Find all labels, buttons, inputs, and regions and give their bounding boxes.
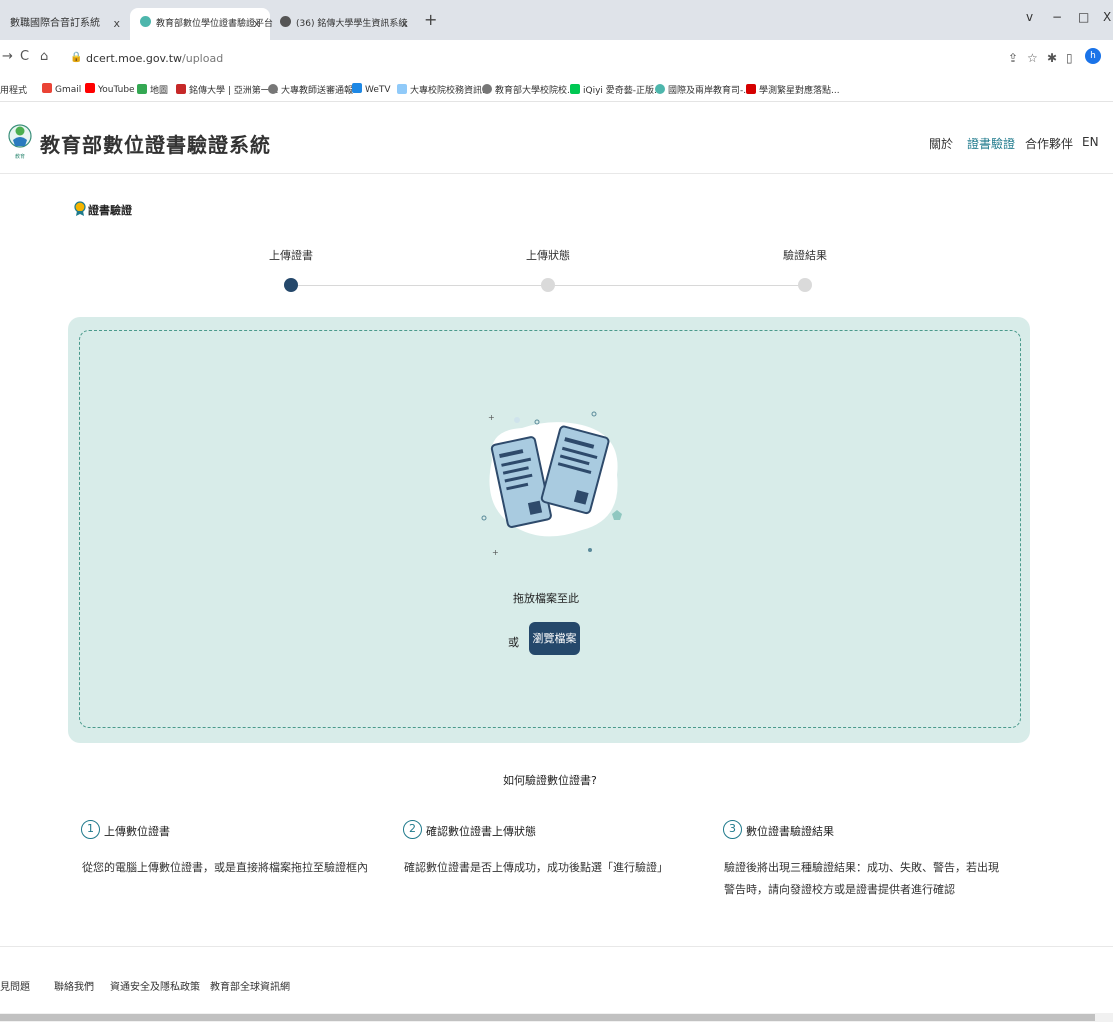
minimize-button[interactable]: − [1052,10,1062,24]
step-dot-status [541,278,555,292]
moe-favicon-icon [140,16,151,27]
iqiyi-icon [570,84,580,94]
youtube-icon [85,83,95,93]
url-host: dcert.moe.gov.tw [86,52,183,65]
step-dot-upload [284,278,298,292]
bookmark-item[interactable]: 大專校院校務資訊... [397,83,491,96]
howto-step-heading: 上傳數位證書 [104,825,170,838]
close-icon[interactable]: x [253,8,260,40]
wetv-icon [352,83,362,93]
bookmark-item[interactable]: YouTube [85,83,135,95]
footer-link-faq[interactable]: 見問題 [0,978,30,993]
step-label-upload: 上傳證書 [269,249,313,262]
forward-icon[interactable]: → [2,49,13,64]
step-number-badge: 2 [403,820,422,839]
footer-link-privacy[interactable]: 資通安全及隱私政策 [110,978,200,993]
close-icon[interactable]: x [401,8,408,40]
ceec-icon [746,84,756,94]
step-dot-result [798,278,812,292]
bookmark-item[interactable]: 教育部大學校院校... [482,83,576,96]
globe-icon [268,84,278,94]
browse-files-button[interactable]: 瀏覽檔案 [529,622,580,655]
maximize-button[interactable]: □ [1078,10,1089,24]
howto-step-heading: 確認數位證書上傳狀態 [426,825,536,838]
browser-tab-3[interactable]: (36) 銘傳大學學生資訊系統 x [270,8,418,40]
award-icon [74,201,86,216]
nav-about[interactable]: 關於 [929,135,953,152]
svg-text:+: + [492,548,499,557]
or-label: 或 [508,636,519,649]
horizontal-scrollbar[interactable] [0,1013,1113,1022]
close-window-button[interactable]: X [1103,10,1111,24]
moe-logo-icon[interactable]: 教育 [8,118,32,164]
close-icon[interactable]: x [113,8,120,40]
reload-icon[interactable]: C [20,49,29,64]
extensions-icon[interactable]: ✱ [1047,51,1057,65]
bookmark-item[interactable]: WeTV [352,83,391,95]
nav-english[interactable]: EN [1082,135,1099,149]
profile-avatar[interactable]: h [1085,48,1101,64]
site-header: 教育 教育部數位證書驗證系統 關於 證書驗證 合作夥伴 EN [0,108,1113,174]
bookmark-item[interactable]: 銘傳大學 | 亞洲第一... [176,83,278,96]
globe-icon [280,16,291,27]
svg-text:教育: 教育 [15,153,25,160]
drop-instruction: 拖放檔案至此 [513,592,579,605]
mcu-icon [176,84,186,94]
tab-search-icon[interactable]: v [1026,10,1033,24]
step-number-badge: 1 [81,820,100,839]
site-title[interactable]: 教育部數位證書驗證系統 [40,129,271,158]
lock-icon: 🔒 [70,52,83,63]
address-bar[interactable]: 🔒 dcert.moe.gov.tw/upload [60,46,1100,72]
browser-tab-bar: 數職國際合音訂系統 x 教育部數位學位證書驗證平台 x (36) 銘傳大學學生資… [0,0,1113,40]
bookmark-item[interactable]: iQiyi 愛奇藝-正版... [570,83,663,96]
tab-label: 數職國際合音訂系統 [10,18,100,29]
bookmark-item[interactable]: 國際及兩岸教育司-... [655,83,752,96]
bookmark-star-icon[interactable]: ☆ [1027,51,1038,65]
scrollbar-thumb[interactable] [0,1014,1095,1021]
footer-link-contact[interactable]: 聯絡我們 [54,978,94,993]
certificate-illustration-icon: + + [481,411,622,557]
nav-partners[interactable]: 合作夥伴 [1025,135,1073,152]
footer-link-moe[interactable]: 教育部全球資訊網 [210,978,290,993]
globe-icon [482,84,492,94]
side-panel-icon[interactable]: ▯ [1066,51,1073,65]
nav-verify[interactable]: 證書驗證 [967,135,1015,152]
footer-divider [0,946,1113,947]
bookmarks-bar: 用程式 Gmail YouTube 地圖 銘傳大學 | 亞洲第一... 大專教師… [0,74,1113,102]
step-number-badge: 3 [723,820,742,839]
moe-icon [655,84,665,94]
gmail-icon [42,83,52,93]
browser-tab-1[interactable]: 數職國際合音訂系統 x [0,8,130,40]
url-text: dcert.moe.gov.tw/upload [86,52,223,65]
howto-step-description: 確認數位證書是否上傳成功，成功後點選「進行驗證」 [404,861,668,874]
browser-tab-2[interactable]: 教育部數位學位證書驗證平台 x [130,8,273,40]
home-icon[interactable]: ⌂ [40,49,48,64]
section-title: 證書驗證 [88,204,132,217]
howto-title: 如何驗證數位證書? [503,774,597,787]
bookmark-item[interactable]: 大專教師送審通報... [268,83,362,96]
share-icon[interactable]: ⇪ [1008,51,1018,65]
bookmark-item[interactable]: Gmail [42,83,81,95]
url-path: /upload [182,52,224,65]
step-label-status: 上傳狀態 [526,249,570,262]
bookmark-item[interactable]: 用程式 [0,83,27,96]
maps-icon [137,84,147,94]
howto-step-description: 驗證後將出現三種驗證結果：成功、失敗、警告，若出現警告時，請向發證校方或是證書提… [724,861,999,896]
step-label-result: 驗證結果 [783,249,827,262]
bookmark-item[interactable]: 學測繁星對應落點... [746,83,840,96]
bookmark-item[interactable]: 地圖 [137,83,168,96]
howto-step-heading: 數位證書驗證結果 [746,825,834,838]
new-tab-button[interactable]: + [424,10,437,29]
svg-text:+: + [488,413,495,422]
howto-step-description: 從您的電腦上傳數位證書，或是直接將檔案拖拉至驗證框內 [82,861,368,874]
page-icon [397,84,407,94]
tab-label: (36) 銘傳大學學生資訊系統 [296,19,408,29]
